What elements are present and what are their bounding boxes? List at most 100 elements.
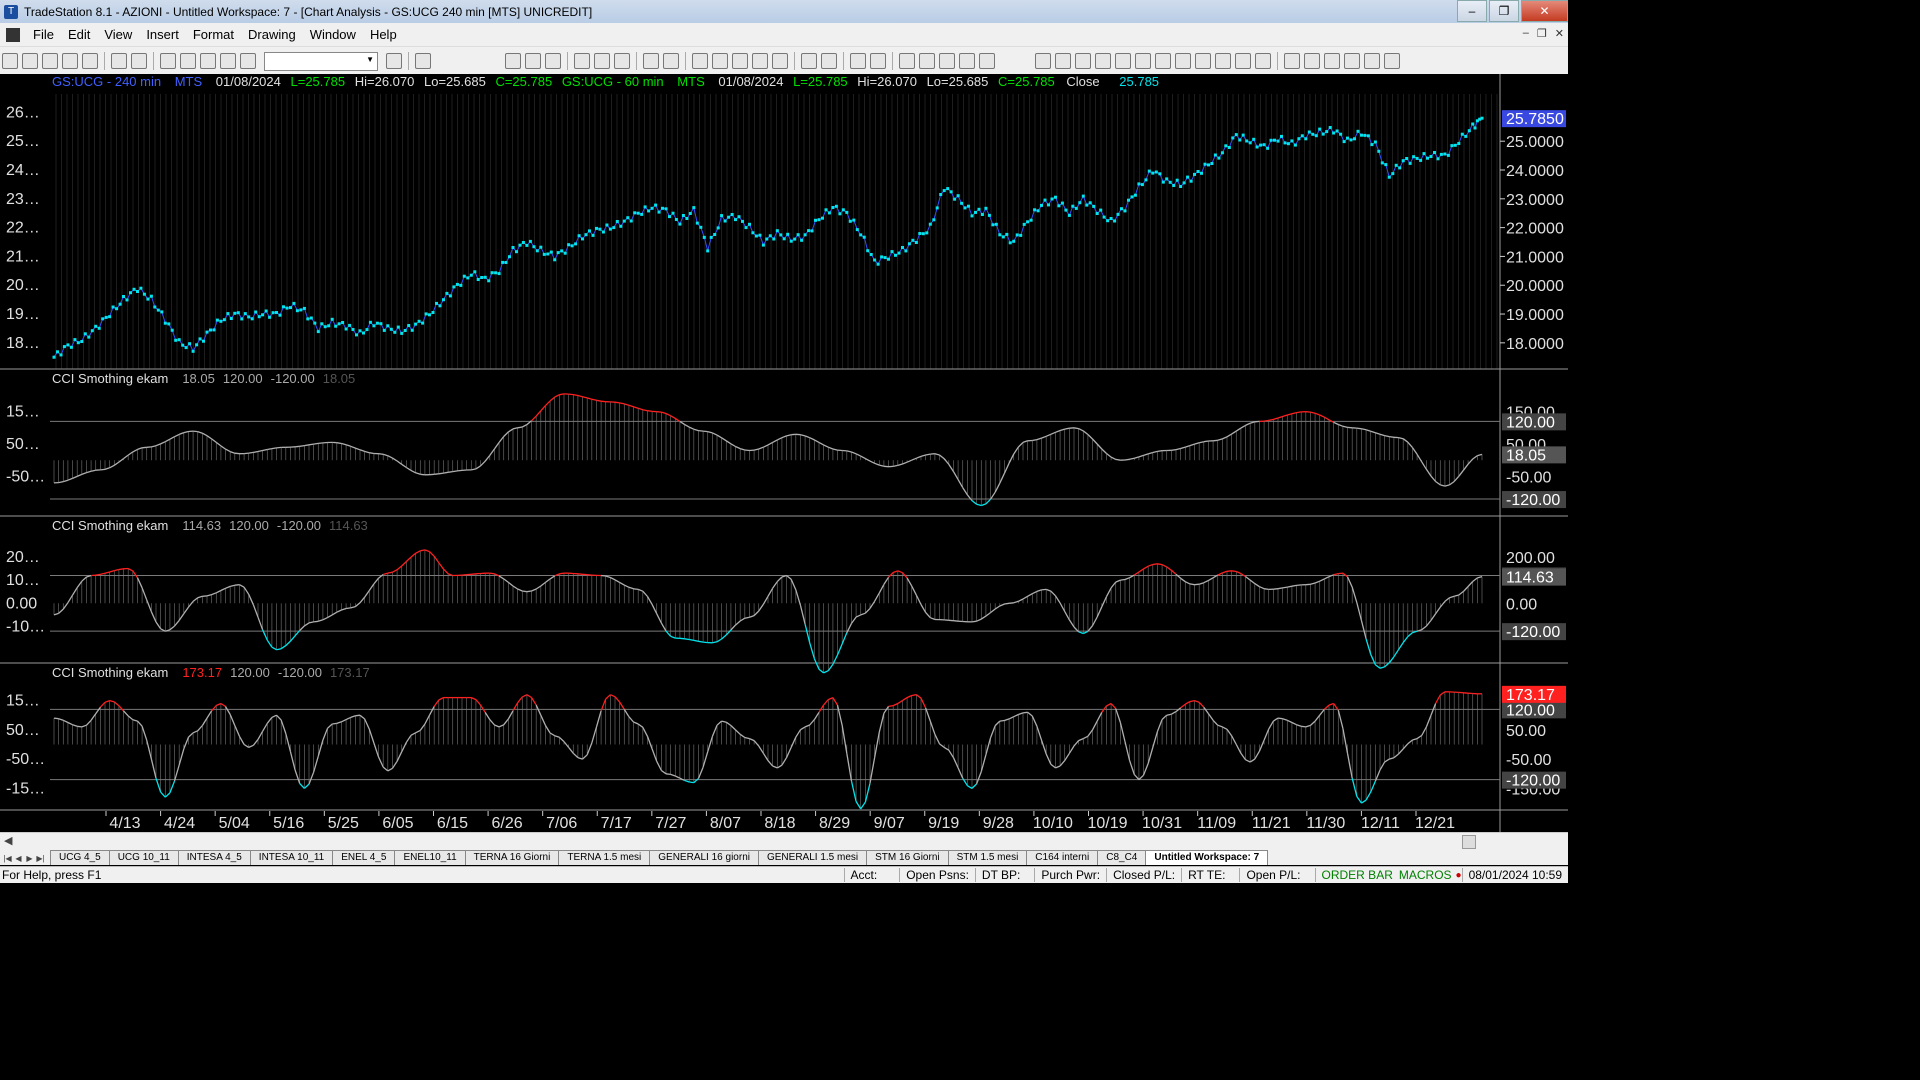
workspace-tab[interactable]: C164 interni (1026, 850, 1099, 865)
drawing-icon[interactable] (220, 53, 236, 69)
candlestick-icon[interactable] (752, 53, 768, 69)
horizontal-scrollbar[interactable]: ◀ (0, 832, 1568, 849)
insert-analysis-icon[interactable] (692, 53, 708, 69)
status-order-bar[interactable]: ORDER BAR (1314, 868, 1399, 882)
menu-help[interactable]: Help (363, 27, 404, 42)
arc-icon[interactable] (1235, 53, 1251, 69)
workspace-tab[interactable]: ENEL 4_5 (332, 850, 396, 865)
optionstation-icon[interactable] (614, 53, 630, 69)
cycle-lines-icon[interactable] (1195, 53, 1211, 69)
status-datetime: 08/01/2024 10:59 (1461, 868, 1568, 882)
format-symbol-icon[interactable] (643, 53, 659, 69)
strategy-icon[interactable] (594, 53, 610, 69)
menu-file[interactable]: File (26, 27, 61, 42)
workspace-tab[interactable]: UCG 10_11 (108, 850, 179, 865)
workspace-tab[interactable]: C8_C4 (1097, 850, 1147, 865)
price-bar (681, 214, 685, 217)
lock-icon[interactable] (200, 53, 216, 69)
radarscreen-icon[interactable] (525, 53, 541, 69)
mdi-minimize-button[interactable]: – (1523, 27, 1529, 40)
save-icon[interactable] (82, 53, 98, 69)
space-left-icon[interactable] (801, 53, 817, 69)
refresh-icon[interactable] (979, 53, 995, 69)
workspace-tab[interactable]: ENEL10_11 (394, 850, 466, 865)
tab-prev-icon[interactable]: ◀ (13, 853, 24, 865)
menu-window[interactable]: Window (303, 27, 363, 42)
chart-document-icon[interactable] (6, 27, 20, 42)
rectangle-icon[interactable] (1364, 53, 1380, 69)
speed-lines-icon[interactable] (1155, 53, 1171, 69)
format-window-icon[interactable] (663, 53, 679, 69)
space-right-icon[interactable] (821, 53, 837, 69)
data-tip-icon[interactable] (919, 53, 935, 69)
trendline-icon[interactable] (1035, 53, 1051, 69)
menu-format[interactable]: Format (186, 27, 241, 42)
zoom-out-icon[interactable] (870, 53, 886, 69)
scroll-left-icon[interactable]: ◀ (4, 834, 12, 847)
macros-icon[interactable] (240, 53, 256, 69)
tab-first-icon[interactable]: |◀ (2, 853, 13, 865)
channel-icon[interactable] (1095, 53, 1111, 69)
fibonacci-icon[interactable] (1115, 53, 1131, 69)
window-minimize-button[interactable]: – (1457, 0, 1487, 22)
mdi-restore-button[interactable]: ❐ (1537, 27, 1547, 40)
horizontal-line-icon[interactable] (1075, 53, 1091, 69)
window-maximize-button[interactable]: ❐ (1489, 0, 1519, 22)
status-macros[interactable]: MACROS (1399, 868, 1456, 882)
pointer-icon[interactable] (899, 53, 915, 69)
workspace-tab[interactable]: GENERALI 16 giorni (649, 850, 759, 865)
freehand-icon[interactable] (1255, 53, 1271, 69)
ellipse-icon[interactable] (1344, 53, 1360, 69)
menu-edit[interactable]: Edit (61, 27, 97, 42)
workspace-tab[interactable]: TERNA 1.5 mesi (558, 850, 651, 865)
workspace-tab[interactable]: TERNA 16 Giorni (464, 850, 560, 865)
play-icon[interactable] (386, 53, 402, 69)
matrix-icon[interactable] (545, 53, 561, 69)
scroll-thumb[interactable] (1462, 835, 1476, 849)
print-preview-icon[interactable] (111, 53, 127, 69)
arrow-up-icon[interactable] (1324, 53, 1340, 69)
price-bar (608, 227, 612, 231)
workspace-tab[interactable]: INTESA 10_11 (249, 850, 334, 865)
text-icon[interactable] (1384, 53, 1400, 69)
chart-analysis-icon[interactable] (505, 53, 521, 69)
workspace-tab[interactable]: STM 1.5 mesi (947, 850, 1028, 865)
indicator-icon[interactable] (574, 53, 590, 69)
arrow-down-icon[interactable] (1304, 53, 1320, 69)
save-workspace-icon[interactable] (959, 53, 975, 69)
workspace-tab[interactable]: STM 16 Giorni (866, 850, 949, 865)
zoom-in-icon[interactable] (850, 53, 866, 69)
bar-chart-icon[interactable] (732, 53, 748, 69)
curve-icon[interactable] (1284, 53, 1300, 69)
tab-last-icon[interactable]: ▶| (35, 853, 46, 865)
tools-icon[interactable] (939, 53, 955, 69)
price-bar (661, 206, 664, 210)
price-bar (647, 209, 651, 213)
window-close-button[interactable]: ✕ (1521, 0, 1568, 22)
find-icon[interactable] (415, 53, 431, 69)
menu-view[interactable]: View (97, 27, 139, 42)
window-cascade-icon[interactable] (180, 53, 196, 69)
workspace-tab[interactable]: Untitled Workspace: 7 (1145, 850, 1269, 865)
menu-insert[interactable]: Insert (139, 27, 186, 42)
vertical-line-icon[interactable] (1055, 53, 1071, 69)
line-chart-icon[interactable] (772, 53, 788, 69)
copy-icon[interactable] (62, 53, 78, 69)
print-icon[interactable] (131, 53, 147, 69)
open-workspace-icon[interactable] (42, 53, 58, 69)
menu-drawing[interactable]: Drawing (241, 27, 303, 42)
workspace-tab[interactable]: UCG 4_5 (50, 850, 110, 865)
new-icon[interactable] (2, 53, 18, 69)
insert-technique-icon[interactable] (712, 53, 728, 69)
symbol-combo[interactable] (264, 51, 378, 71)
andrews-pitchfork-icon[interactable] (1175, 53, 1191, 69)
window-tile-icon[interactable] (160, 53, 176, 69)
open-icon[interactable] (22, 53, 38, 69)
gann-fan-icon[interactable] (1135, 53, 1151, 69)
tab-next-icon[interactable]: ▶ (24, 853, 35, 865)
workspace-tab[interactable]: GENERALI 1.5 mesi (757, 850, 868, 865)
regression-icon[interactable] (1215, 53, 1231, 69)
mdi-close-button[interactable]: ✕ (1555, 27, 1564, 40)
workspace-tab[interactable]: INTESA 4_5 (177, 850, 251, 865)
chart-area[interactable]: 26… 25… 24… 23… 22… 21… 20… 19… 18… 25.0000 24.000… (0, 74, 1568, 834)
